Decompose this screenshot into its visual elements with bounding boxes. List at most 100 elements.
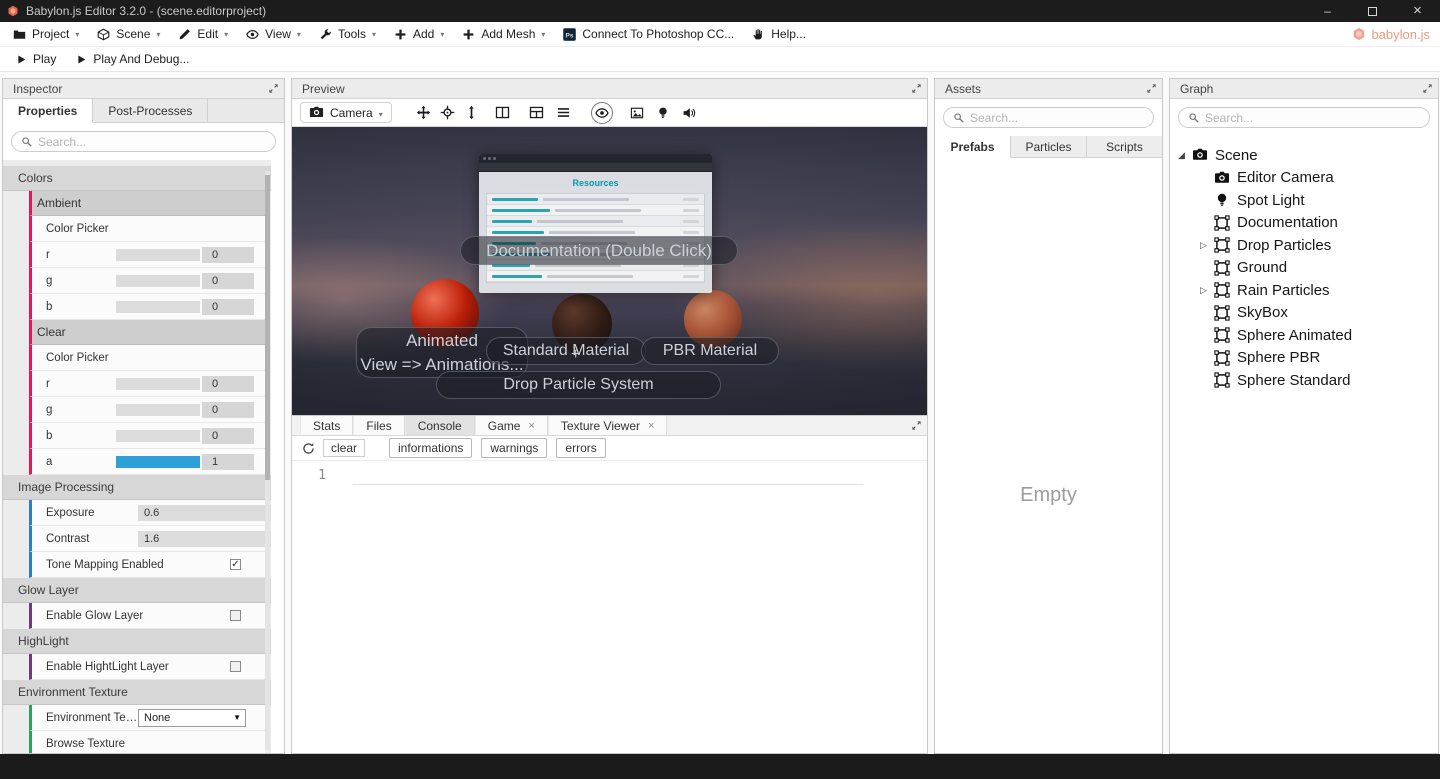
tree-item-editor-camera[interactable]: Editor Camera <box>1170 167 1438 190</box>
close-icon[interactable]: × <box>648 420 654 432</box>
expand-panel-icon[interactable] <box>908 418 924 434</box>
rotate-tool-button[interactable] <box>436 102 460 124</box>
tab-scripts[interactable]: Scripts <box>1087 136 1162 157</box>
filter-informations-button[interactable]: informations <box>389 438 473 458</box>
expand-panel-icon[interactable] <box>1143 81 1159 97</box>
visibility-toggle-button[interactable] <box>590 101 613 124</box>
value-field[interactable]: 0 <box>202 298 254 315</box>
menu-item-connect-to-photoshop-cc[interactable]: Ps Connect To Photoshop CC... <box>554 22 743 46</box>
slider[interactable] <box>116 403 200 416</box>
maximize-button[interactable] <box>1350 0 1395 22</box>
inspector-scrollbar[interactable] <box>265 171 270 750</box>
filter-errors-button[interactable]: errors <box>556 438 606 458</box>
tab-stats[interactable]: Stats <box>300 416 354 435</box>
value-field[interactable]: 1.6 <box>138 530 271 547</box>
tree-item-sphere-standard[interactable]: Sphere Standard <box>1170 369 1438 392</box>
menu-item-scene[interactable]: Scene ▾ <box>88 22 169 46</box>
tab-post-processes[interactable]: Post-Processes <box>93 99 209 122</box>
tab-texture-viewer[interactable]: Texture Viewer × <box>547 416 668 435</box>
dropdown-select[interactable]: None ▼ <box>138 708 246 727</box>
expand-panel-icon[interactable] <box>908 81 924 97</box>
split-horizontal-button[interactable] <box>525 102 549 124</box>
camera-select-button[interactable]: Camera <box>300 102 392 123</box>
refresh-icon[interactable] <box>302 442 315 455</box>
slider[interactable] <box>116 377 200 390</box>
menu-item-help[interactable]: Help... <box>743 22 815 46</box>
prop-row-tone-mapping-enabled[interactable]: Tone Mapping Enabled <box>29 552 265 578</box>
slider[interactable] <box>116 429 200 442</box>
tree-item-ground[interactable]: Ground <box>1170 257 1438 280</box>
checkbox[interactable] <box>230 610 241 621</box>
menu-item-view[interactable]: View ▾ <box>237 22 310 46</box>
menu-item-project[interactable]: Project ▾ <box>4 22 88 46</box>
slider[interactable] <box>116 300 200 313</box>
value-field[interactable]: 0 <box>202 427 254 444</box>
value-field[interactable]: 0 <box>202 401 254 418</box>
checkbox[interactable] <box>230 559 241 570</box>
slider[interactable] <box>116 455 200 468</box>
tree-item-rain-particles[interactable]: ▷ Rain Particles <box>1170 279 1438 302</box>
move-tool-button[interactable] <box>412 102 436 124</box>
prop-row-contrast[interactable]: Contrast 1.6 <box>29 526 271 552</box>
folder-header-ambient[interactable]: Ambient <box>29 191 265 216</box>
layout-rows-button[interactable] <box>552 102 576 124</box>
tab-console[interactable]: Console <box>404 416 475 435</box>
lights-toggle-button[interactable] <box>652 102 674 124</box>
value-field[interactable]: 1 <box>202 453 254 470</box>
value-field[interactable]: 0 <box>202 272 254 289</box>
label-pbr-material[interactable]: PBR Material <box>641 337 779 365</box>
tree-item-spot-light[interactable]: Spot Light <box>1170 189 1438 212</box>
tree-item-drop-particles[interactable]: ▷ Drop Particles <box>1170 234 1438 257</box>
console-editor[interactable]: 1 <box>292 461 927 753</box>
expand-panel-icon[interactable] <box>1419 81 1435 97</box>
tree-item-documentation[interactable]: Documentation <box>1170 212 1438 235</box>
tree-item-scene[interactable]: ◢ Scene <box>1170 144 1438 167</box>
tab-prefabs[interactable]: Prefabs <box>935 136 1011 158</box>
play-button[interactable]: Play <box>6 47 66 71</box>
expand-panel-icon[interactable] <box>265 81 281 97</box>
prop-row-browse-texture[interactable]: Browse Texture <box>29 731 265 753</box>
tree-item-sphere-animated[interactable]: Sphere Animated <box>1170 324 1438 347</box>
prop-row-enable-hightlight-layer[interactable]: Enable HightLight Layer <box>29 654 265 680</box>
search-input[interactable] <box>1205 110 1420 125</box>
prop-row-exposure[interactable]: Exposure 0.6 <box>29 500 271 526</box>
close-icon[interactable]: × <box>528 420 534 432</box>
tab-files[interactable]: Files <box>353 416 405 435</box>
search-input[interactable] <box>38 134 266 149</box>
filter-warnings-button[interactable]: warnings <box>481 438 548 458</box>
value-field[interactable]: 0 <box>202 375 254 392</box>
label-documentation[interactable]: Documentation (Double Click) <box>460 236 738 265</box>
play-and-debug-button[interactable]: Play And Debug... <box>66 47 199 71</box>
clear-console-button[interactable]: clear <box>323 439 366 457</box>
search-input[interactable] <box>970 110 1144 125</box>
label-drop-particle-system[interactable]: Drop Particle System <box>436 371 721 399</box>
documentation-preview-window[interactable]: Resources <box>479 154 712 293</box>
tree-collapsed-caret-icon[interactable]: ▷ <box>1200 285 1214 296</box>
folder-header-clear[interactable]: Clear <box>29 320 265 345</box>
menu-item-edit[interactable]: Edit ▾ <box>169 22 237 46</box>
tree-collapsed-caret-icon[interactable]: ▷ <box>1200 240 1214 251</box>
menu-item-tools[interactable]: Tools ▾ <box>310 22 385 46</box>
menu-item-add-mesh[interactable]: Add Mesh ▾ <box>453 22 554 46</box>
value-field[interactable]: 0.6 <box>138 504 271 521</box>
scrollbar-thumb[interactable] <box>265 175 270 480</box>
slider[interactable] <box>116 274 200 287</box>
minimize-button[interactable] <box>1305 0 1350 22</box>
tree-item-skybox[interactable]: SkyBox <box>1170 302 1438 325</box>
split-vertical-button[interactable] <box>491 102 515 124</box>
tab-particles[interactable]: Particles <box>1011 136 1087 157</box>
slider[interactable] <box>116 248 200 261</box>
prop-row-enable-glow-layer[interactable]: Enable Glow Layer <box>29 603 265 629</box>
tab-properties[interactable]: Properties <box>3 99 94 123</box>
tree-expanded-caret-icon[interactable]: ◢ <box>1178 150 1192 161</box>
textures-toggle-button[interactable] <box>626 102 648 124</box>
close-button[interactable] <box>1395 0 1440 22</box>
value-field[interactable]: 0 <box>202 246 254 263</box>
audio-toggle-button[interactable] <box>678 102 700 124</box>
menu-item-add[interactable]: Add ▾ <box>385 22 453 46</box>
prop-row-color-picker[interactable]: Color Picker <box>29 345 265 371</box>
tab-game[interactable]: Game × <box>474 416 548 435</box>
checkbox[interactable] <box>230 661 241 672</box>
viewport-3d[interactable]: Resources Animated View => Animations...… <box>292 127 927 415</box>
tree-item-sphere-pbr[interactable]: Sphere PBR <box>1170 347 1438 370</box>
